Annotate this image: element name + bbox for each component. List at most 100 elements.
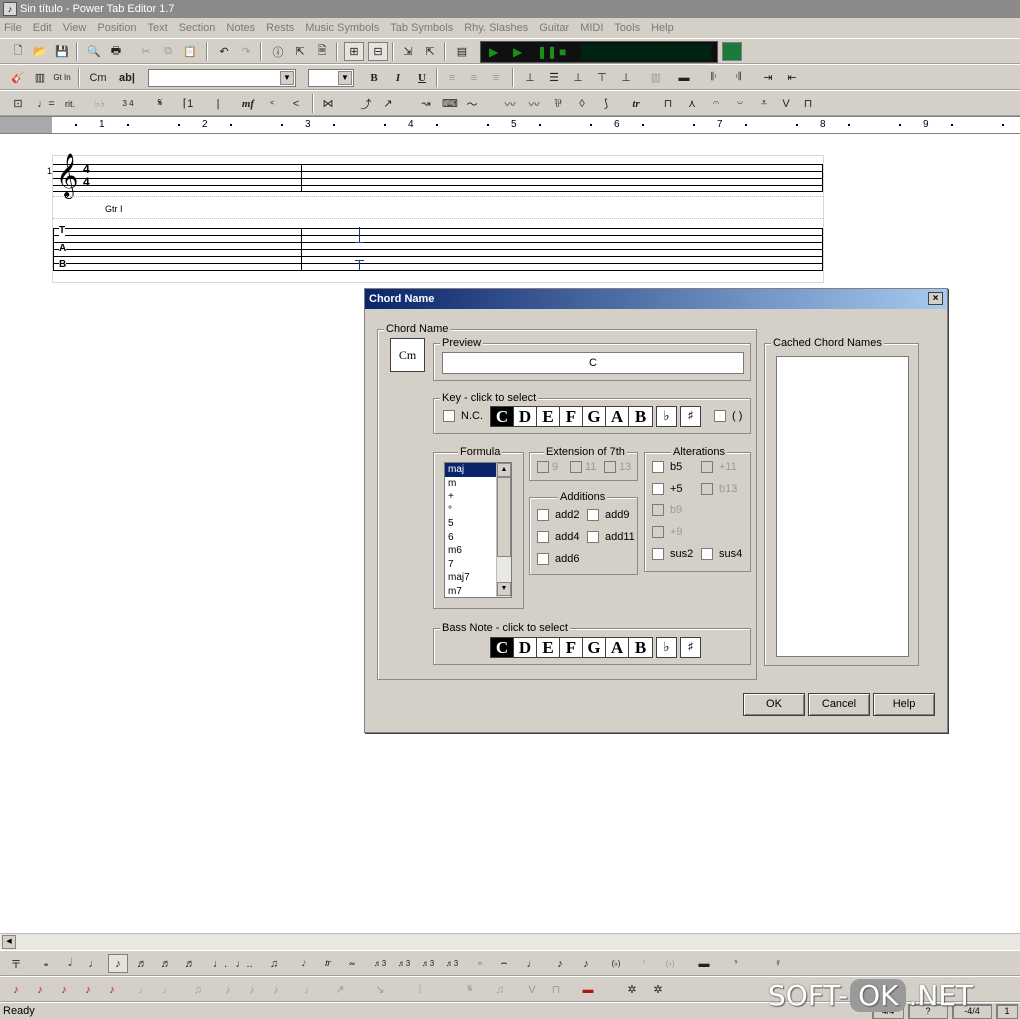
repeat-end-icon[interactable]: 𝄇 <box>728 68 748 87</box>
checkbox[interactable] <box>443 410 455 423</box>
menu-midi[interactable]: MIDI <box>580 22 603 34</box>
b9-checkbox[interactable]: b9 <box>652 504 682 517</box>
ritardando-icon[interactable]: rit. <box>60 94 80 113</box>
slash-accent-icon[interactable]: ♫ <box>490 980 510 999</box>
score-system[interactable]: 1 𝄞 4 4 Gtr I T A B <box>47 153 824 283</box>
insert-bar-icon[interactable]: ⊥ <box>568 68 588 87</box>
zoom-in-icon[interactable]: ⇲ <box>398 42 418 61</box>
sus2-checkbox[interactable]: sus2 <box>652 548 693 561</box>
guitar-icon[interactable]: 🎸 <box>8 68 28 87</box>
checkbox[interactable] <box>701 483 713 496</box>
bass-note-e[interactable]: E <box>537 638 560 657</box>
harmonic-icon[interactable]: ◊ <box>572 94 592 113</box>
sharp9-checkbox[interactable]: +9 <box>652 526 683 539</box>
cancel-button[interactable]: Cancel <box>808 693 870 716</box>
slash-staccato-icon[interactable]: ♪ <box>266 980 286 999</box>
menu-position[interactable]: Position <box>97 22 136 34</box>
checkbox[interactable] <box>652 526 664 539</box>
close-icon[interactable]: × <box>928 292 943 305</box>
checkbox[interactable] <box>714 410 726 423</box>
staff-icon[interactable]: 〒 <box>6 954 26 973</box>
scroll-down-icon[interactable]: ▼ <box>497 582 511 596</box>
slash-dotted2-icon[interactable]: ♩ <box>158 980 178 999</box>
note-flag2-icon[interactable]: ♪ <box>576 954 596 973</box>
add2-checkbox[interactable]: add2 <box>537 509 579 522</box>
checkbox[interactable] <box>652 504 664 517</box>
slash-triplet-icon[interactable]: ♩ <box>300 980 320 999</box>
menu-help[interactable]: Help <box>651 22 674 34</box>
help-button[interactable]: Help <box>873 693 935 716</box>
trill-button[interactable]: tr <box>626 94 646 113</box>
key-note-e[interactable]: E <box>537 407 560 426</box>
beam-icon[interactable]: ♬3 <box>442 954 462 973</box>
checkbox[interactable] <box>604 461 616 474</box>
slash-arpeggio-icon[interactable]: ⁞ <box>410 980 430 999</box>
rhythm-slash-icon[interactable]: ♪ <box>6 980 26 999</box>
triplet-icon[interactable]: ♬3 <box>370 954 390 973</box>
play-icon[interactable]: ▶ <box>489 45 498 59</box>
cut-icon[interactable]: ✂ <box>136 42 156 61</box>
add11-checkbox[interactable]: add11 <box>587 531 635 544</box>
checkbox[interactable] <box>652 483 664 496</box>
half-note-icon[interactable]: 𝅗𝅥 <box>60 954 80 973</box>
text-button[interactable]: ab| <box>116 68 138 87</box>
dynamic-button[interactable]: mf <box>238 94 258 113</box>
guitar-in-icon[interactable]: Gt In <box>52 68 72 87</box>
key-flat-button[interactable]: ♭ <box>656 406 677 427</box>
sharp5-checkbox[interactable]: +5 <box>652 483 683 496</box>
rhythm-slash4-icon[interactable]: ♪ <box>78 980 98 999</box>
staccato-icon[interactable]: 𝆗 <box>342 954 362 973</box>
key-sharp-button[interactable]: ♯ <box>680 406 701 427</box>
ok-button[interactable]: OK <box>743 693 805 716</box>
metronome-icon[interactable] <box>722 42 742 61</box>
sixty-fourth-note-icon[interactable]: ♬ <box>180 954 200 973</box>
underline-button[interactable]: U <box>412 68 432 87</box>
rest-icon[interactable]: 𝄾 <box>634 954 654 973</box>
menu-notes[interactable]: Notes <box>226 22 255 34</box>
whole-note-icon[interactable]: 𝅝 <box>36 954 56 973</box>
upstroke-icon[interactable]: V <box>776 94 796 113</box>
ghost-note-icon[interactable]: (♭) <box>606 954 626 973</box>
paste-icon[interactable]: 📋 <box>180 42 200 61</box>
slash-muted-icon[interactable]: ♪ <box>242 980 262 999</box>
dotted-note-icon[interactable]: ♩. <box>210 954 230 973</box>
open-folder-icon[interactable]: 📂 <box>30 42 50 61</box>
menu-section[interactable]: Section <box>179 22 216 34</box>
nc-checkbox[interactable]: N.C. <box>443 410 483 423</box>
slash-color-icon[interactable]: ▬ <box>578 980 598 999</box>
irregular-group-icon[interactable]: ♬3 <box>418 954 438 973</box>
bass-flat-button[interactable]: ♭ <box>656 637 677 658</box>
slash-tie-icon[interactable]: ♫ <box>188 980 208 999</box>
slash-dotted-icon[interactable]: ♩ <box>134 980 154 999</box>
document-icon[interactable]: 🗎 <box>312 42 332 61</box>
tap-icon[interactable]: ⅌ <box>548 94 568 113</box>
chevron-down-icon[interactable]: ▼ <box>280 71 294 85</box>
chord-name-button[interactable]: Cm <box>86 68 110 87</box>
redo-icon[interactable]: ↷ <box>236 42 256 61</box>
formula-scrollbar[interactable]: ▲ ▼ <box>496 463 511 597</box>
key-note-g[interactable]: G <box>583 407 606 426</box>
score-view-icon[interactable]: ⊞ <box>344 42 364 61</box>
scroll-thumb[interactable] <box>497 477 511 557</box>
accent-icon[interactable]: ⋏ <box>682 94 702 113</box>
arc-icon[interactable]: ⌢ <box>494 954 514 973</box>
formula-list[interactable]: maj m + ° 5 6 m6 7 maj7 m7 ▲ ▼ <box>444 462 512 598</box>
print-icon[interactable]: 🖶 <box>106 42 126 61</box>
bass-note-c[interactable]: C <box>491 638 514 657</box>
insert-measure-icon[interactable]: ⊥ <box>616 68 636 87</box>
slide-out-icon[interactable]: ↝ <box>416 94 436 113</box>
key-signature-icon[interactable]: ♭♭ <box>90 94 110 113</box>
rhythm-slash5-icon[interactable]: ♪ <box>102 980 122 999</box>
slash-bend-icon[interactable]: ↗ <box>330 980 350 999</box>
section-marker-icon[interactable]: ⊡ <box>8 94 28 113</box>
multibar-rest-icon[interactable]: ▬ <box>694 954 714 973</box>
crescendo-icon[interactable]: < <box>286 94 306 113</box>
indent-icon[interactable]: ⇥ <box>758 68 778 87</box>
checkbox[interactable] <box>537 553 549 566</box>
scroll-left-icon[interactable]: ◀ <box>2 935 16 949</box>
pick-down-icon[interactable]: ⊓ <box>658 94 678 113</box>
add6-checkbox[interactable]: add6 <box>537 553 579 566</box>
time-signature-icon[interactable]: 3 4 <box>118 94 138 113</box>
tempo-marker-icon[interactable]: ♩= <box>36 94 56 113</box>
arpeggio-icon[interactable]: ⟆ <box>596 94 616 113</box>
